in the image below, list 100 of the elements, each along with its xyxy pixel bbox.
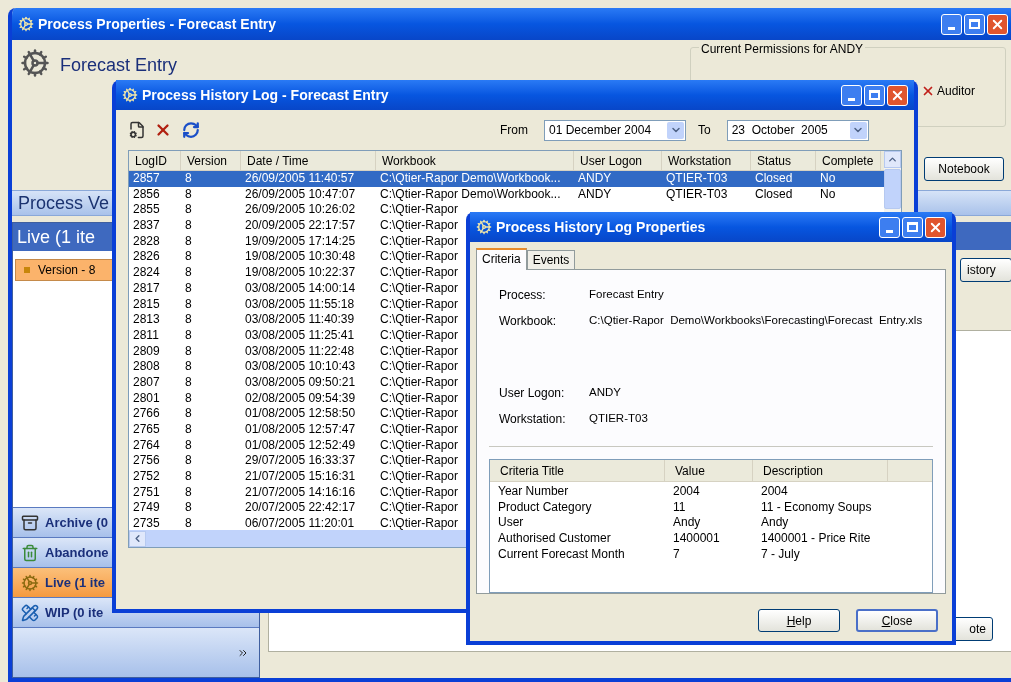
maximize-button[interactable]: [964, 13, 985, 35]
dropdown-icon[interactable]: [849, 121, 867, 139]
field-label: User Logon:: [499, 385, 566, 402]
properties-icon[interactable]: [128, 121, 146, 139]
table-cell-text: 03/08/2005 11:40:39: [244, 312, 356, 328]
column-header[interactable]: Workstation: [662, 151, 751, 170]
table-cell-text: Andy: [760, 515, 790, 532]
dialog-button[interactable]: Close: [856, 609, 938, 632]
column-header[interactable]: Criteria Title: [490, 460, 665, 481]
table-cell-text: 8: [184, 233, 193, 250]
close-button[interactable]: [887, 84, 908, 106]
table-cell-text: 2813: [132, 312, 161, 328]
table-cell-text: 2855: [132, 202, 161, 219]
table-cell-text: 03/08/2005 11:22:48: [244, 343, 356, 360]
table-cell-text: 2735: [132, 516, 161, 530]
table-cell-text: C:\Qtier-Rapor: [379, 218, 459, 234]
table-cell-text: Andy: [672, 515, 702, 532]
table-cell-text: 8: [184, 374, 193, 391]
table-cell-text: C:\Qtier-Rapor: [379, 516, 459, 530]
from-date-field[interactable]: 01 December 2004: [544, 119, 686, 141]
table-cell-text: C:\Qtier-Rapor: [379, 453, 459, 470]
table-cell-text: 03/08/2005 10:10:43: [244, 359, 357, 375]
table-cell-text: 8: [184, 327, 193, 344]
column-header[interactable]: Description: [753, 460, 888, 481]
table-cell-text: C:\Qtier-Rapor: [379, 374, 459, 391]
column-header[interactable]: Workbook: [376, 151, 574, 170]
table-cell-text: 2766: [132, 406, 161, 422]
table-cell-text: 1400001: [672, 531, 721, 547]
column-header[interactable]: LogID: [129, 151, 181, 170]
notebook-button[interactable]: Notebook: [924, 157, 1004, 181]
field-value: C:\Qtier-Rapor Demo\Workbooks\Forecasting\Forecast Entry.xls: [589, 313, 923, 328]
field-label: Process:: [499, 287, 547, 304]
minimize-button[interactable]: [879, 216, 900, 238]
table-cell-text: C:\Qtier-Rapor: [379, 437, 459, 454]
table-cell-text: 26/09/2005 10:26:02: [244, 202, 357, 219]
table-cell-text: 8: [184, 516, 193, 530]
from-label: From: [500, 122, 528, 139]
table-cell-text: 29/07/2005 16:33:37: [244, 453, 357, 470]
table-cell-text: 2807: [132, 374, 161, 391]
field-value: QTIER-T03: [589, 411, 648, 426]
table-cell-text: 8: [184, 484, 193, 501]
tab[interactable]: Criteria: [476, 248, 527, 270]
maximize-button[interactable]: [902, 216, 923, 238]
table-cell-text: 2752: [132, 469, 161, 485]
table-cell-text: 8: [184, 296, 193, 313]
tab[interactable]: Events: [526, 250, 576, 269]
column-header[interactable]: Complete: [816, 151, 881, 170]
table-cell-text: 21/07/2005 14:16:16: [244, 484, 357, 501]
dialog-button[interactable]: Help: [758, 609, 840, 632]
table-cell-text: 8: [184, 265, 193, 281]
table-cell-text: 8: [184, 453, 193, 470]
column-header[interactable]: User Logon: [574, 151, 662, 170]
table-cell-text: 8: [184, 249, 193, 266]
table-cell-text: 8: [184, 280, 193, 297]
table-cell-text: C:\Qtier-Rapor: [379, 327, 459, 344]
table-cell-text: C:\Qtier-Rapor: [379, 249, 459, 266]
table-cell-text: 8: [184, 500, 193, 517]
table-cell-text: 03/08/2005 09:50:21: [244, 374, 357, 391]
table-cell-text: 26/09/2005 11:40:57: [244, 171, 356, 187]
minimize-button[interactable]: [841, 84, 862, 106]
table-cell-text: User: [497, 515, 525, 532]
to-date-field[interactable]: 23 October 2005: [726, 119, 869, 141]
table-row[interactable]: 2857 8 26/09/2005 11:40:57 C:\Qtier-Rapor Demo\Workbook... ANDY QTIER-T03 Closed No: [129, 171, 884, 187]
scrollbar-thumb[interactable]: [884, 169, 901, 209]
refresh-icon[interactable]: [182, 121, 200, 139]
gears-icon: [122, 87, 138, 103]
table-cell-text: C:\Qtier-Rapor: [379, 469, 459, 485]
table-cell-text: C:\Qtier-Rapor: [379, 343, 459, 360]
bin-icon: [21, 543, 39, 562]
table-cell-text: Year Number: [497, 484, 570, 500]
gears-icon: [476, 219, 492, 235]
history-button[interactable]: istory: [960, 258, 1011, 282]
window-title: Process History Log Properties: [496, 217, 706, 237]
field-value: Forecast Entry: [589, 287, 664, 302]
gears-icon: [21, 573, 39, 592]
close-button[interactable]: [925, 216, 946, 238]
table-cell-text: Product Category: [497, 499, 593, 516]
gears-icon: [18, 16, 34, 32]
table-cell-text: 2828: [132, 233, 161, 250]
column-header[interactable]: Value: [665, 460, 753, 481]
table-cell-text: 2765: [132, 422, 161, 438]
table-cell-text: 11: [672, 499, 687, 516]
column-header[interactable]: Version: [181, 151, 241, 170]
close-button[interactable]: [987, 13, 1008, 35]
table-cell-text: 03/08/2005 11:55:18: [244, 296, 356, 313]
field-value: ANDY: [589, 385, 621, 400]
minimize-button[interactable]: [941, 13, 962, 35]
table-cell-text: 2826: [132, 249, 161, 266]
table-cell-text: C:\Qtier-Rapor: [379, 202, 459, 219]
table-cell-text: C:\Qtier-Rapor: [379, 296, 459, 313]
table-cell-text: 2824: [132, 265, 161, 281]
process-heading: Forecast Entry: [60, 54, 178, 77]
table-cell-text: C:\Qtier-Rapor: [379, 312, 459, 328]
table-cell-text: 8: [184, 437, 193, 454]
to-label: To: [698, 122, 711, 139]
delete-icon[interactable]: [154, 121, 172, 139]
maximize-button[interactable]: [864, 84, 885, 106]
dropdown-icon[interactable]: [667, 121, 684, 139]
column-header[interactable]: Date / Time: [241, 151, 376, 170]
column-header[interactable]: Status: [751, 151, 816, 170]
